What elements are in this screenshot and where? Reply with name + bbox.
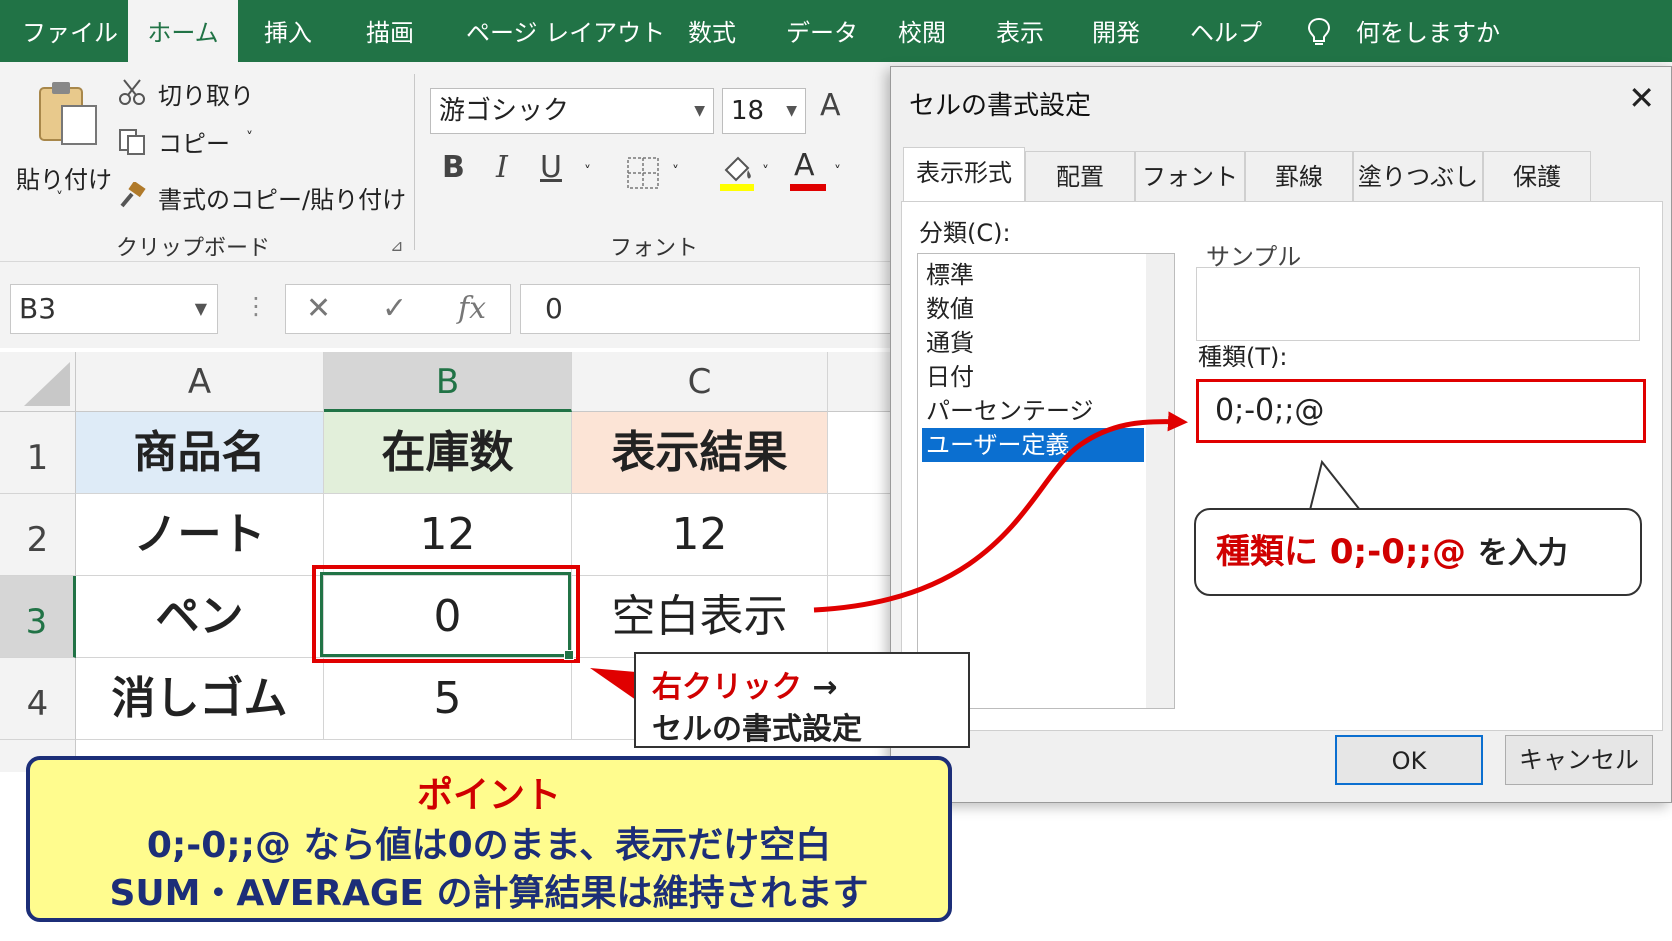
type-prefix-text: 種類に	[1216, 532, 1318, 572]
right-click-text: 右クリック	[652, 670, 802, 705]
point-line-1: 0;-0;;@ なら値は0のまま、表示だけ空白	[146, 825, 832, 866]
point-box: ポイント 0;-0;;@ なら値は0のまま、表示だけ空白 SUM・AVERAGE…	[26, 756, 952, 922]
note2-pointer	[1308, 459, 1363, 511]
note1-pointer	[590, 668, 636, 700]
menu-path-text: セルの書式設定	[652, 712, 862, 747]
type-code-text: 0;-0;;@	[1329, 532, 1467, 572]
arrow-to-type-field	[813, 411, 1188, 613]
point-line-2: SUM・AVERAGE の計算結果は維持されます	[109, 873, 869, 914]
type-callout: 種類に 0;-0;;@ を入力	[1194, 508, 1642, 596]
right-click-callout: 右クリック → セルの書式設定	[634, 652, 970, 748]
point-title: ポイント	[416, 775, 561, 816]
arrow-text: →	[812, 670, 838, 705]
type-suffix-text: を入力	[1477, 536, 1568, 571]
